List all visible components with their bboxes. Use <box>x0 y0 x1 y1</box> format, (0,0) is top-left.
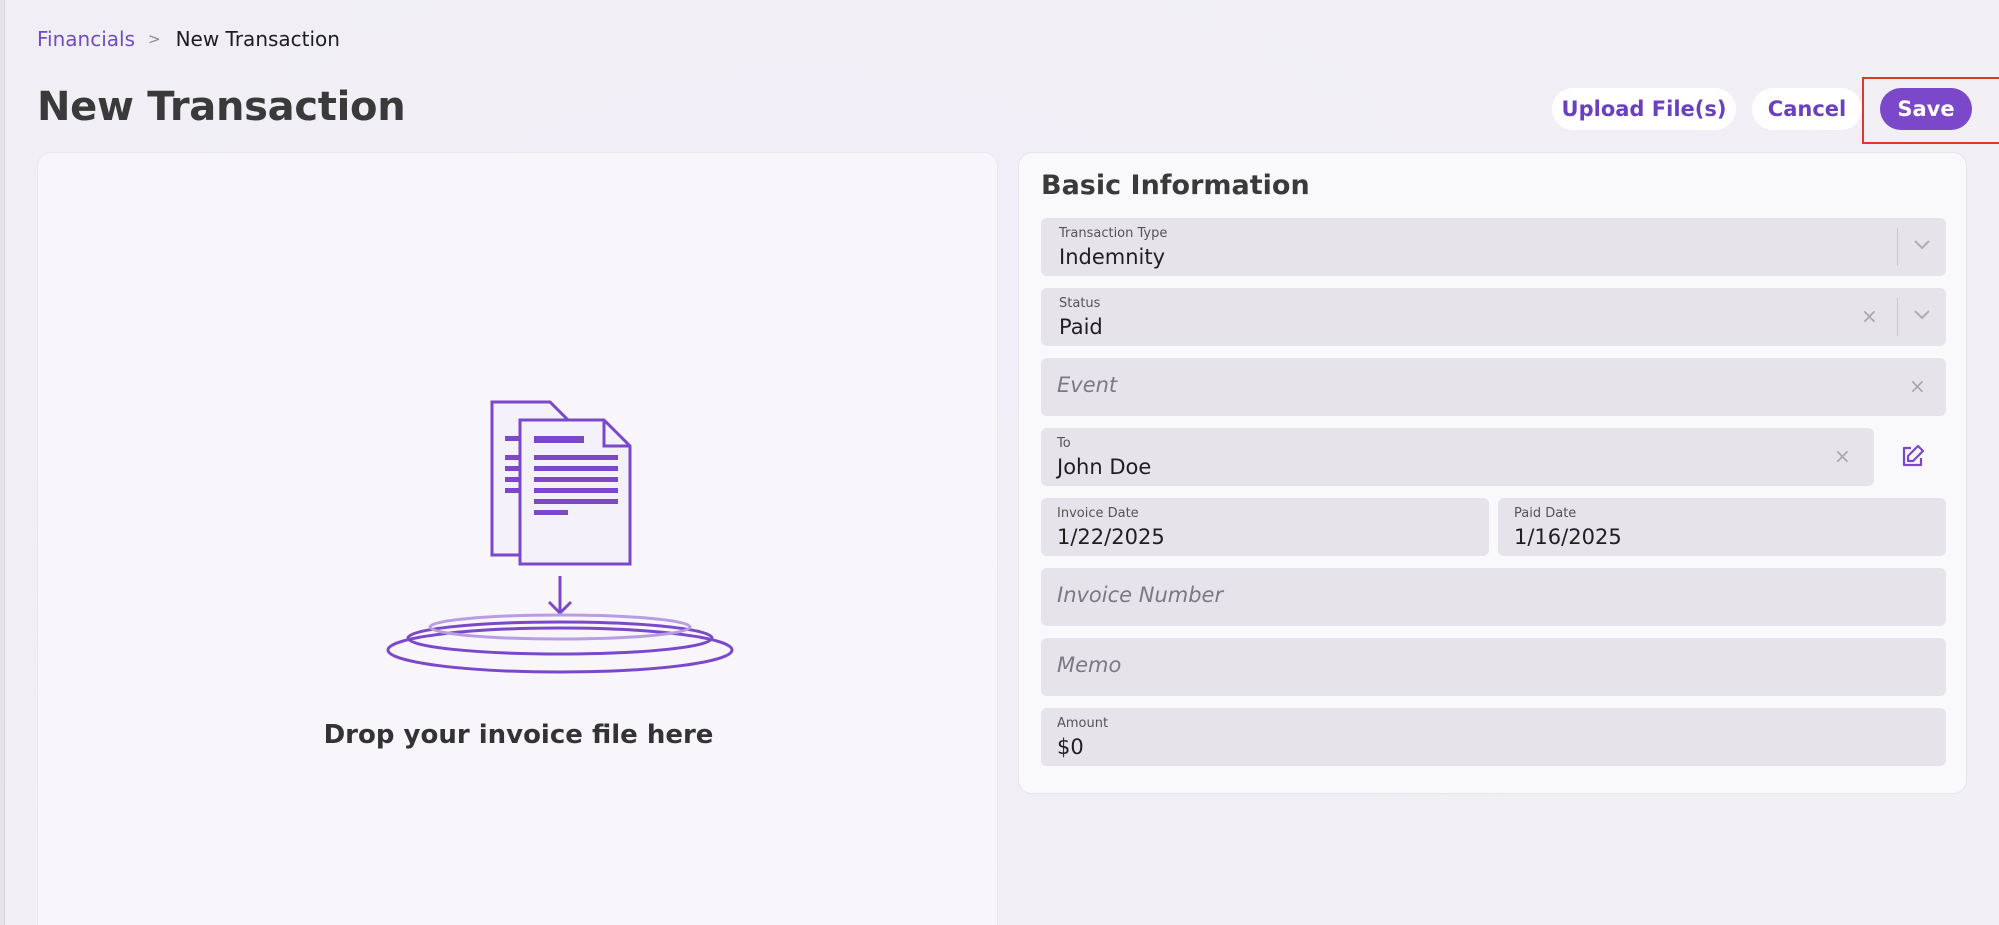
breadcrumb-separator: > <box>148 30 161 48</box>
invoice-date-value: 1/22/2025 <box>1057 525 1165 549</box>
status-select[interactable]: Status Paid × <box>1041 288 1946 346</box>
invoice-number-placeholder: Invoice Number <box>1057 583 1224 607</box>
save-button[interactable]: Save <box>1880 88 1972 130</box>
upload-files-button[interactable]: Upload File(s) <box>1552 88 1736 130</box>
amount-field[interactable]: Amount $0 <box>1041 708 1946 766</box>
status-value: Paid <box>1059 315 1103 339</box>
basic-information-panel: Basic Information Transaction Type Indem… <box>1018 152 1967 794</box>
transaction-type-value: Indemnity <box>1059 245 1166 269</box>
section-title: Basic Information <box>1041 170 1310 201</box>
breadcrumb-current: New Transaction <box>175 27 340 51</box>
invoice-date-label: Invoice Date <box>1057 506 1139 521</box>
invoice-number-field[interactable]: Invoice Number <box>1041 568 1946 626</box>
amount-value: $0 <box>1057 735 1084 759</box>
clear-icon[interactable]: × <box>1834 444 1851 468</box>
invoice-dropzone[interactable]: Drop your invoice file here <box>37 152 998 925</box>
memo-field[interactable]: Memo <box>1041 638 1946 696</box>
amount-label: Amount <box>1057 716 1109 731</box>
dropzone-text: Drop your invoice file here <box>323 720 714 750</box>
chevron-down-icon[interactable] <box>1907 300 1937 330</box>
select-divider <box>1897 298 1898 336</box>
invoice-date-field[interactable]: Invoice Date 1/22/2025 <box>1041 498 1489 556</box>
document-drop-icon <box>386 400 734 674</box>
chevron-down-icon[interactable] <box>1907 230 1937 260</box>
paid-date-value: 1/16/2025 <box>1514 525 1622 549</box>
paid-date-field[interactable]: Paid Date 1/16/2025 <box>1498 498 1946 556</box>
transaction-type-label: Transaction Type <box>1059 226 1168 241</box>
status-label: Status <box>1059 296 1101 311</box>
cancel-button[interactable]: Cancel <box>1752 88 1862 130</box>
to-value: John Doe <box>1057 455 1152 479</box>
select-divider <box>1897 228 1898 266</box>
memo-placeholder: Memo <box>1057 653 1122 677</box>
to-field[interactable]: To John Doe × <box>1041 428 1874 486</box>
window-edge <box>0 0 5 925</box>
edit-icon[interactable] <box>1895 440 1929 474</box>
event-placeholder: Event <box>1057 373 1118 397</box>
breadcrumb: Financials > New Transaction <box>37 27 340 51</box>
page-title: New Transaction <box>37 84 406 130</box>
to-label: To <box>1057 436 1071 451</box>
transaction-type-select[interactable]: Transaction Type Indemnity <box>1041 218 1946 276</box>
clear-icon[interactable]: × <box>1909 374 1926 398</box>
paid-date-label: Paid Date <box>1514 506 1577 521</box>
breadcrumb-financials-link[interactable]: Financials <box>37 27 135 51</box>
event-field[interactable]: Event × <box>1041 358 1946 416</box>
clear-icon[interactable]: × <box>1861 304 1878 328</box>
